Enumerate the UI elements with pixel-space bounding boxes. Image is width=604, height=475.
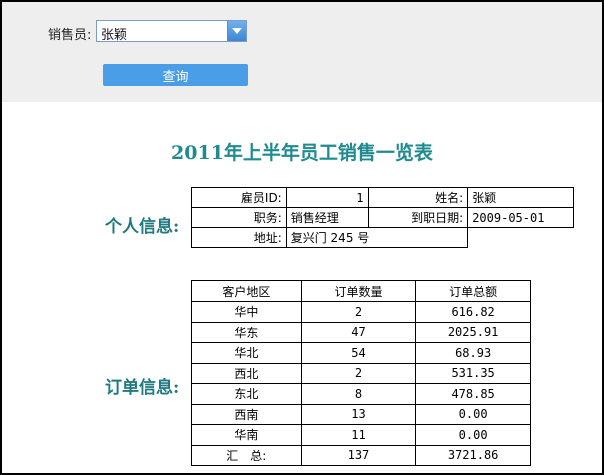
- count-cell: 8: [300, 383, 417, 405]
- position-label: 职务:: [191, 207, 287, 228]
- amount-cell: 0.00: [415, 403, 531, 425]
- name-label: 姓名:: [367, 187, 469, 208]
- address-value: 复兴门 245 号: [285, 227, 469, 248]
- count-cell: 2: [300, 301, 417, 323]
- region-cell: 东北: [191, 383, 302, 405]
- region-cell: 西北: [191, 362, 302, 384]
- count-cell: 2: [300, 362, 417, 384]
- salesperson-value: 张颖: [101, 28, 128, 43]
- total-amount: 3721.86: [415, 444, 531, 466]
- hire-date-value: 2009-05-01: [467, 207, 574, 228]
- personal-info-table: 雇员ID: 1 姓名: 张颖 职务: 销售经理 到职日期: 2009-05-01…: [191, 187, 574, 248]
- count-cell: 13: [300, 403, 417, 425]
- region-cell: 西南: [191, 403, 302, 425]
- orders-table: 客户地区 订单数量 订单总额 华中 2 616.82 华东 47 2025.91…: [191, 280, 531, 466]
- count-cell: 54: [300, 342, 417, 364]
- amount-cell: 531.35: [415, 362, 531, 384]
- amount-cell: 0.00: [415, 424, 531, 446]
- amount-cell: 616.82: [415, 301, 531, 323]
- salesperson-label: 销售员:: [48, 28, 92, 43]
- column-header: 订单总额: [415, 280, 531, 302]
- salesperson-select[interactable]: 张颖: [96, 20, 247, 43]
- chevron-down-icon[interactable]: [227, 21, 246, 41]
- total-label: 汇 总:: [191, 444, 302, 466]
- column-header: 订单数量: [300, 280, 417, 302]
- region-cell: 华东: [191, 321, 302, 343]
- filter-panel: 销售员: 张颖 查询: [2, 2, 602, 102]
- employee-id-value: 1: [285, 187, 369, 208]
- name-value: 张颖: [467, 187, 574, 208]
- region-cell: 华南: [191, 424, 302, 446]
- report-window: 销售员: 张颖 查询 2011年上半年员工销售一览表 个人信息: 雇员ID: 1…: [0, 0, 604, 475]
- position-value: 销售经理: [285, 207, 369, 228]
- orders-header-row: 客户地区 订单数量 订单总额: [191, 280, 531, 302]
- table-row: 东北 8 478.85: [191, 383, 531, 405]
- column-header: 客户地区: [191, 280, 302, 302]
- amount-cell: 2025.91: [415, 321, 531, 343]
- table-row: 华东 47 2025.91: [191, 321, 531, 343]
- amount-cell: 478.85: [415, 383, 531, 405]
- table-row: 西北 2 531.35: [191, 362, 531, 384]
- address-label: 地址:: [191, 227, 287, 248]
- amount-cell: 68.93: [415, 342, 531, 364]
- table-row: 华北 54 68.93: [191, 342, 531, 364]
- region-cell: 华北: [191, 342, 302, 364]
- table-row: 西南 13 0.00: [191, 403, 531, 425]
- orders-info-label: 订单信息:: [105, 378, 180, 398]
- table-row: 华中 2 616.82: [191, 301, 531, 323]
- report-title: 2011年上半年员工销售一览表: [171, 142, 433, 164]
- total-count: 137: [300, 444, 417, 466]
- count-cell: 47: [300, 321, 417, 343]
- total-row: 汇 总: 137 3721.86: [191, 444, 531, 466]
- count-cell: 11: [300, 424, 417, 446]
- table-row: 华南 11 0.00: [191, 424, 531, 446]
- employee-id-label: 雇员ID:: [191, 187, 287, 208]
- hire-date-label: 到职日期:: [367, 207, 469, 228]
- query-button[interactable]: 查询: [103, 64, 248, 86]
- personal-info-label: 个人信息:: [105, 217, 180, 237]
- region-cell: 华中: [191, 301, 302, 323]
